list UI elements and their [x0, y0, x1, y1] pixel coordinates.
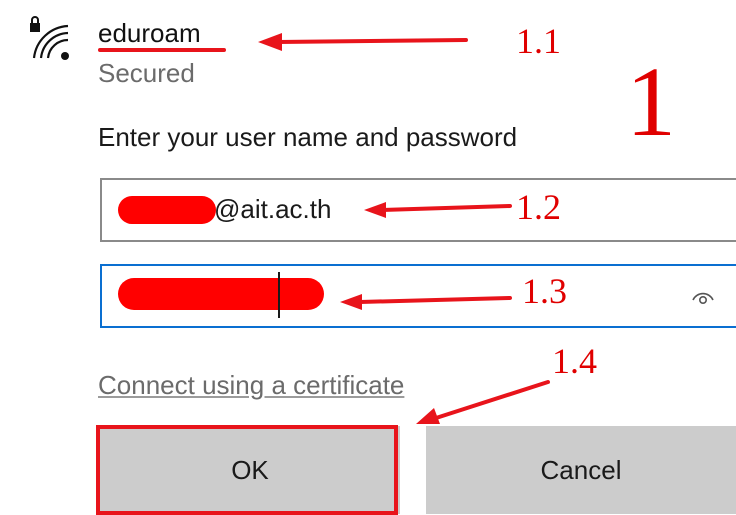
annotation-step-number: 1 [626, 46, 676, 157]
text-caret [278, 272, 280, 318]
arrowhead-icon [258, 33, 282, 51]
ok-button[interactable]: OK [100, 426, 400, 514]
network-name: eduroam [98, 18, 201, 48]
username-domain: @ait.ac.th [214, 194, 332, 224]
network-name-underline [98, 48, 226, 52]
annotation-label: 1.2 [516, 187, 561, 227]
arrowhead-icon [416, 408, 440, 424]
annotation-label: 1.3 [522, 271, 567, 311]
cancel-button[interactable]: Cancel [426, 426, 736, 514]
network-status: Secured [98, 58, 195, 88]
password-field[interactable] [100, 264, 736, 328]
annotation-label: 1.4 [552, 341, 597, 381]
eye-icon[interactable] [690, 286, 716, 306]
wifi-secured-icon [30, 16, 69, 60]
arrow-to-ok [434, 380, 550, 420]
connect-certificate-link[interactable]: Connect using a certificate [98, 370, 404, 401]
username-field[interactable]: @ait.ac.th [100, 178, 736, 242]
username-redaction [118, 196, 216, 224]
arrow-to-network [276, 38, 468, 44]
credentials-prompt: Enter your user name and password [98, 122, 518, 152]
annotation-label: 1.1 [516, 21, 561, 61]
password-redaction [118, 278, 324, 310]
